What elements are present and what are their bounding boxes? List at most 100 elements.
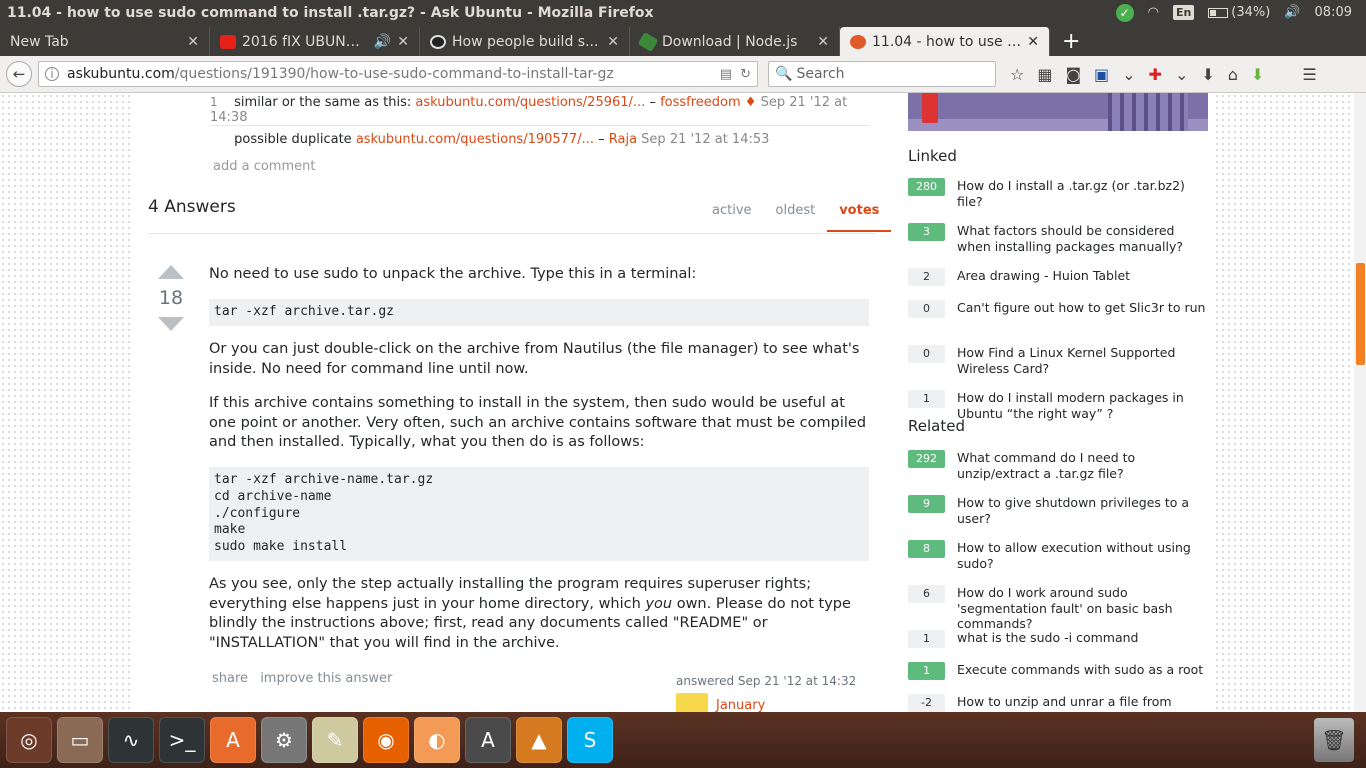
question-title-link[interactable]: Execute commands with sudo as a root xyxy=(957,662,1208,680)
question-title-link[interactable]: How do I install a .tar.gz (or .tar.bz2)… xyxy=(957,178,1208,209)
upvote-icon[interactable] xyxy=(158,265,184,279)
share-link[interactable]: share xyxy=(212,671,248,686)
files-icon[interactable]: ▭ xyxy=(57,717,103,763)
firefox-icon[interactable]: ◉ xyxy=(363,717,409,763)
downvote-icon[interactable] xyxy=(158,317,184,331)
question-title-link[interactable]: How do I install modern packages in Ubun… xyxy=(957,390,1208,421)
related-question-item[interactable]: 8 How to allow execution without using su… xyxy=(908,540,1208,571)
question-title-link[interactable]: How Find a Linux Kernel Supported Wirele… xyxy=(957,345,1208,376)
question-title-link[interactable]: How to give shutdown privileges to a use… xyxy=(957,495,1208,526)
question-title-link[interactable]: What command do I need to unzip/extract … xyxy=(957,450,1208,481)
cleaner-icon[interactable]: ✎ xyxy=(312,717,358,763)
linked-question-item[interactable]: 0 Can't figure out how to get Slic3r to r… xyxy=(908,300,1208,318)
answer-sort-tabs: active oldest votes xyxy=(700,203,892,232)
audio-playing-icon[interactable]: 🔊 xyxy=(374,34,391,50)
related-question-item[interactable]: 1 what is the sudo -i command xyxy=(908,630,1208,648)
terminal-icon[interactable]: >_ xyxy=(159,717,205,763)
tab-active[interactable]: active xyxy=(700,203,764,232)
update-check-icon[interactable]: ✓ xyxy=(1115,3,1134,22)
vlc-icon[interactable]: ▲ xyxy=(516,717,562,763)
avatar[interactable] xyxy=(676,693,708,712)
close-icon[interactable]: ✕ xyxy=(187,34,199,50)
software-center-icon[interactable]: A xyxy=(210,717,256,763)
question-title-link[interactable]: Area drawing - Huion Tablet xyxy=(957,268,1208,286)
related-question-item[interactable]: 9 How to give shutdown privileges to a us… xyxy=(908,495,1208,526)
vote-count-badge: 1 xyxy=(908,630,945,648)
downloader-addon-icon[interactable]: ⬇ xyxy=(1251,65,1264,84)
question-title-link[interactable]: How do I work around sudo 'segmentation … xyxy=(957,585,1208,632)
reload-icon[interactable]: ↻ xyxy=(740,67,751,82)
close-icon[interactable]: ✕ xyxy=(817,34,829,50)
scrollbar-thumb[interactable] xyxy=(1356,263,1365,365)
close-icon[interactable]: ✕ xyxy=(607,34,619,50)
wifi-icon[interactable]: ◠ xyxy=(1148,5,1159,20)
reader-view-icon[interactable]: ▤ xyxy=(720,67,732,82)
related-question-item[interactable]: 6 How do I work around sudo 'segmentation… xyxy=(908,585,1208,632)
battery-icon xyxy=(1208,7,1229,18)
related-question-item[interactable]: 292 What command do I need to unzip/extra… xyxy=(908,450,1208,481)
url-bar[interactable]: i askubuntu.com/questions/191390/how-to-… xyxy=(38,61,758,87)
question-title-link[interactable]: How to allow execution without using sud… xyxy=(957,540,1208,571)
pocket-icon[interactable]: ◙ xyxy=(1065,65,1081,84)
ubuntu-dash-icon[interactable]: ◎ xyxy=(6,717,52,763)
related-question-item[interactable]: 1 Execute commands with sudo as a root xyxy=(908,662,1208,680)
linked-question-item[interactable]: 3 What factors should be considered when … xyxy=(908,223,1208,254)
settings-icon[interactable]: ⚙ xyxy=(261,717,307,763)
skype-icon[interactable]: S xyxy=(567,717,613,763)
tab-oldest[interactable]: oldest xyxy=(764,203,828,232)
question-title-link[interactable]: What factors should be considered when i… xyxy=(957,223,1208,254)
improve-answer-link[interactable]: improve this answer xyxy=(260,671,392,686)
tab-nodejs[interactable]: Download | Node.js ✕ xyxy=(630,27,840,56)
comment-link[interactable]: askubuntu.com/questions/190577/... xyxy=(356,132,594,147)
battery-indicator[interactable]: (34%) xyxy=(1208,5,1270,20)
back-button[interactable]: ← xyxy=(6,61,32,87)
hamburger-menu-icon[interactable]: ☰ xyxy=(1302,65,1316,84)
related-question-item[interactable]: -2 How to unzip and unrar a file from ter… xyxy=(908,694,1208,712)
scrollbar[interactable] xyxy=(1354,93,1366,712)
close-icon[interactable]: ✕ xyxy=(1027,34,1039,50)
updater-icon[interactable]: A xyxy=(465,717,511,763)
volume-icon[interactable]: 🔊 xyxy=(1284,5,1300,20)
tab-youtube[interactable]: 2016 fIX UBUNTU... 🔊 ✕ xyxy=(210,27,420,56)
close-icon[interactable]: ✕ xyxy=(397,34,409,50)
answer-paragraph: No need to use sudo to unpack the archiv… xyxy=(209,266,697,282)
tab-label: New Tab xyxy=(10,33,69,50)
sidebar-ad-banner[interactable] xyxy=(908,93,1208,131)
trash-icon[interactable]: 🗑 xyxy=(1314,718,1354,762)
user-name[interactable]: January xyxy=(716,698,765,713)
home-icon[interactable]: ⌂ xyxy=(1228,65,1238,84)
question-title-link[interactable]: How to unzip and unrar a file from termi… xyxy=(957,694,1208,712)
chevron-down-icon[interactable]: ⌄ xyxy=(1122,65,1135,84)
tab-votes[interactable]: votes xyxy=(827,203,892,232)
reading-list-icon[interactable]: ▦ xyxy=(1037,65,1052,84)
nodejs-icon xyxy=(637,31,659,52)
tab-label: 2016 fIX UBUNTU... xyxy=(242,33,368,50)
chevron-down-icon[interactable]: ⌄ xyxy=(1175,65,1188,84)
bookmark-star-icon[interactable]: ☆ xyxy=(1010,65,1024,84)
keyboard-layout-indicator[interactable]: En xyxy=(1172,5,1195,20)
tab-github[interactable]: How people build s... ✕ xyxy=(420,27,630,56)
answered-timestamp: answered Sep 21 '12 at 14:32 xyxy=(676,674,857,688)
save-icon[interactable]: ▣ xyxy=(1094,65,1109,84)
add-comment-link[interactable]: add a comment xyxy=(213,159,315,174)
search-input[interactable]: 🔍 Search xyxy=(768,61,996,87)
system-monitor-icon[interactable]: ∿ xyxy=(108,717,154,763)
comment-link[interactable]: askubuntu.com/questions/25961/... xyxy=(415,95,645,110)
linked-question-item[interactable]: 2 Area drawing - Huion Tablet xyxy=(908,268,1208,286)
question-title-link[interactable]: what is the sudo -i command xyxy=(957,630,1208,648)
mango-icon[interactable]: ◐ xyxy=(414,717,460,763)
vote-count: 18 xyxy=(158,287,184,309)
new-tab-button[interactable]: + xyxy=(1050,27,1092,56)
linked-question-item[interactable]: 280 How do I install a .tar.gz (or .tar.b… xyxy=(908,178,1208,209)
linked-question-item[interactable]: 0 How Find a Linux Kernel Supported Wirel… xyxy=(908,345,1208,376)
site-info-icon[interactable]: i xyxy=(45,67,59,81)
comment-user[interactable]: Raja xyxy=(609,132,637,147)
window-title: 11.04 - how to use sudo command to insta… xyxy=(7,4,654,21)
tab-new-tab[interactable]: New Tab ✕ xyxy=(0,27,210,56)
clock[interactable]: 08:09 xyxy=(1315,5,1352,20)
download-icon[interactable]: ⬇ xyxy=(1201,65,1214,84)
question-title-link[interactable]: Can't figure out how to get Slic3r to ru… xyxy=(957,300,1208,318)
tab-askubuntu[interactable]: 11.04 - how to use s... ✕ xyxy=(840,27,1050,56)
comment-user[interactable]: fossfreedom ♦ xyxy=(660,95,756,110)
addon-cross-icon[interactable]: ✚ xyxy=(1149,65,1162,84)
